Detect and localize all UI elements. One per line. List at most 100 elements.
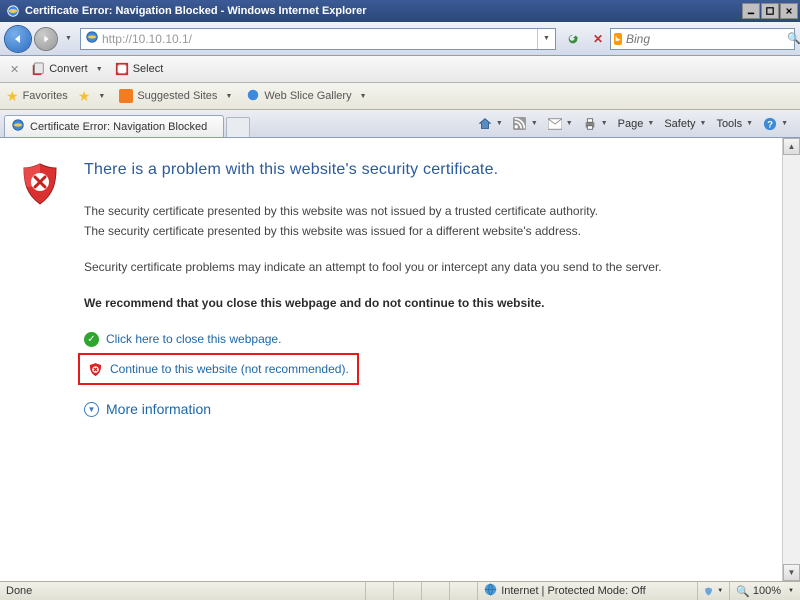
cert-msg-2: The security certificate presented by th… [84,222,772,240]
scroll-up-button[interactable]: ▲ [783,138,800,155]
status-pane-4 [449,582,477,600]
select-label: Select [133,63,164,75]
status-text: Done [0,585,365,597]
webslice-label: Web Slice Gallery [264,90,351,102]
star-plus-icon: ★ [78,88,91,105]
search-input[interactable] [626,32,783,46]
vertical-scrollbar[interactable]: ▲ ▼ [782,138,800,581]
feeds-button[interactable]: ▼ [509,115,542,133]
globe-icon [484,583,497,599]
cert-error-heading: There is a problem with this website's s… [84,158,772,182]
chevron-down-icon: ▼ [92,66,107,73]
more-info-toggle[interactable]: More information [106,399,211,420]
chevron-down-icon: ▼ [221,93,236,100]
tools-label: Tools [716,118,742,130]
help-icon: ? [763,117,777,131]
close-webpage-link[interactable]: Click here to close this webpage. [106,330,281,348]
security-zone-pane[interactable]: Internet | Protected Mode: Off [477,582,697,600]
content-area: There is a problem with this website's s… [0,138,800,581]
window-title: Certificate Error: Navigation Blocked - … [25,5,741,17]
chevron-down-icon: ▼ [94,93,109,100]
zoom-icon: 🔍 [736,585,750,598]
back-button[interactable] [5,26,31,52]
close-webpage-row: ✓ Click here to close this webpage. [84,330,772,348]
favorites-button[interactable]: ★ Favorites [6,88,68,105]
print-button[interactable]: ▼ [579,115,612,133]
convert-button[interactable]: Convert ▼ [31,62,106,76]
more-info-row: ▼ More information [84,399,772,420]
tab-bar: Certificate Error: Navigation Blocked ▼ … [0,110,800,138]
new-tab-button[interactable] [226,117,250,137]
protected-mode-icon-pane[interactable]: ▼ [697,582,729,600]
favorites-label: Favorites [23,90,68,102]
home-button[interactable]: ▼ [474,115,507,133]
cert-msg-1: The security certificate presented by th… [84,202,772,220]
close-toolbar-button[interactable]: ✕ [6,61,23,78]
convert-icon [31,62,45,76]
zoom-control[interactable]: 🔍 100% ▼ [729,582,800,600]
page-label: Page [618,118,644,130]
status-pane-3 [421,582,449,600]
safety-menu[interactable]: Safety▼ [660,116,710,132]
chevron-down-icon: ▼ [356,93,371,100]
cert-msg-3: Security certificate problems may indica… [84,258,772,276]
tab-title: Certificate Error: Navigation Blocked [30,121,207,133]
suggested-label: Suggested Sites [137,90,217,102]
convert-label: Convert [49,63,88,75]
help-button[interactable]: ?▼ [759,115,792,133]
mail-icon [548,117,562,131]
navigation-bar: ▼ ▼ ✕ 🔍 ▼ [0,22,800,56]
continue-row-highlighted: Continue to this website (not recommende… [78,353,359,385]
status-pane-1 [365,582,393,600]
command-bar: ▼ ▼ ▼ ▼ Page▼ Safety▼ Tools▼ ?▼ [250,110,796,137]
status-bar: Done Internet | Protected Mode: Off ▼ 🔍 … [0,581,800,600]
warning-shield-icon [704,585,713,598]
forward-button[interactable] [35,28,57,50]
red-shield-small-icon [88,362,103,377]
refresh-button[interactable] [562,28,584,50]
url-dropdown-icon[interactable]: ▼ [537,29,555,49]
mail-button[interactable]: ▼ [544,115,577,133]
cert-recommendation: We recommend that you close this webpage… [84,294,772,312]
continue-anyway-link[interactable]: Continue to this website (not recommende… [110,360,349,378]
safety-label: Safety [664,118,695,130]
green-check-icon: ✓ [84,332,99,347]
status-pane-2 [393,582,421,600]
tools-menu[interactable]: Tools▼ [712,116,757,132]
page-menu[interactable]: Page▼ [614,116,659,132]
ie-page-icon [11,118,25,135]
page-icon [85,30,99,47]
ie-icon [6,4,20,18]
zone-text: Internet | Protected Mode: Off [501,585,646,597]
search-box[interactable]: 🔍 ▼ [610,28,795,50]
page-content: There is a problem with this website's s… [0,138,782,581]
home-icon [478,117,492,131]
favorites-bar: ★ Favorites ★ ▼ Suggested Sites ▼ Web Sl… [0,83,800,110]
search-button-icon[interactable]: 🔍 [783,32,800,45]
webslice-button[interactable]: Web Slice Gallery ▼ [246,88,370,105]
history-dropdown-icon[interactable]: ▼ [61,35,76,42]
webslice-icon [246,88,260,105]
select-button[interactable]: Select [115,62,164,76]
maximize-button[interactable] [761,3,779,19]
url-input[interactable] [102,32,537,46]
bing-icon [614,33,622,45]
addons-toolbar: ✕ Convert ▼ Select [0,56,800,83]
shield-error-icon [20,162,60,206]
suggested-icon [119,89,133,103]
zoom-level: 100% [753,585,781,597]
close-button[interactable] [780,3,798,19]
add-favorite-button[interactable]: ★ ▼ [78,88,110,105]
scroll-down-button[interactable]: ▼ [783,564,800,581]
stop-button[interactable]: ✕ [590,32,606,46]
expand-icon[interactable]: ▼ [84,402,99,417]
minimize-button[interactable] [742,3,760,19]
address-bar[interactable]: ▼ [80,28,556,50]
svg-text:?: ? [767,119,773,130]
suggested-sites-button[interactable]: Suggested Sites ▼ [119,89,236,103]
print-icon [583,117,597,131]
window-titlebar: Certificate Error: Navigation Blocked - … [0,0,800,22]
select-icon [115,62,129,76]
tab-certificate-error[interactable]: Certificate Error: Navigation Blocked [4,115,224,137]
rss-icon [513,117,527,131]
